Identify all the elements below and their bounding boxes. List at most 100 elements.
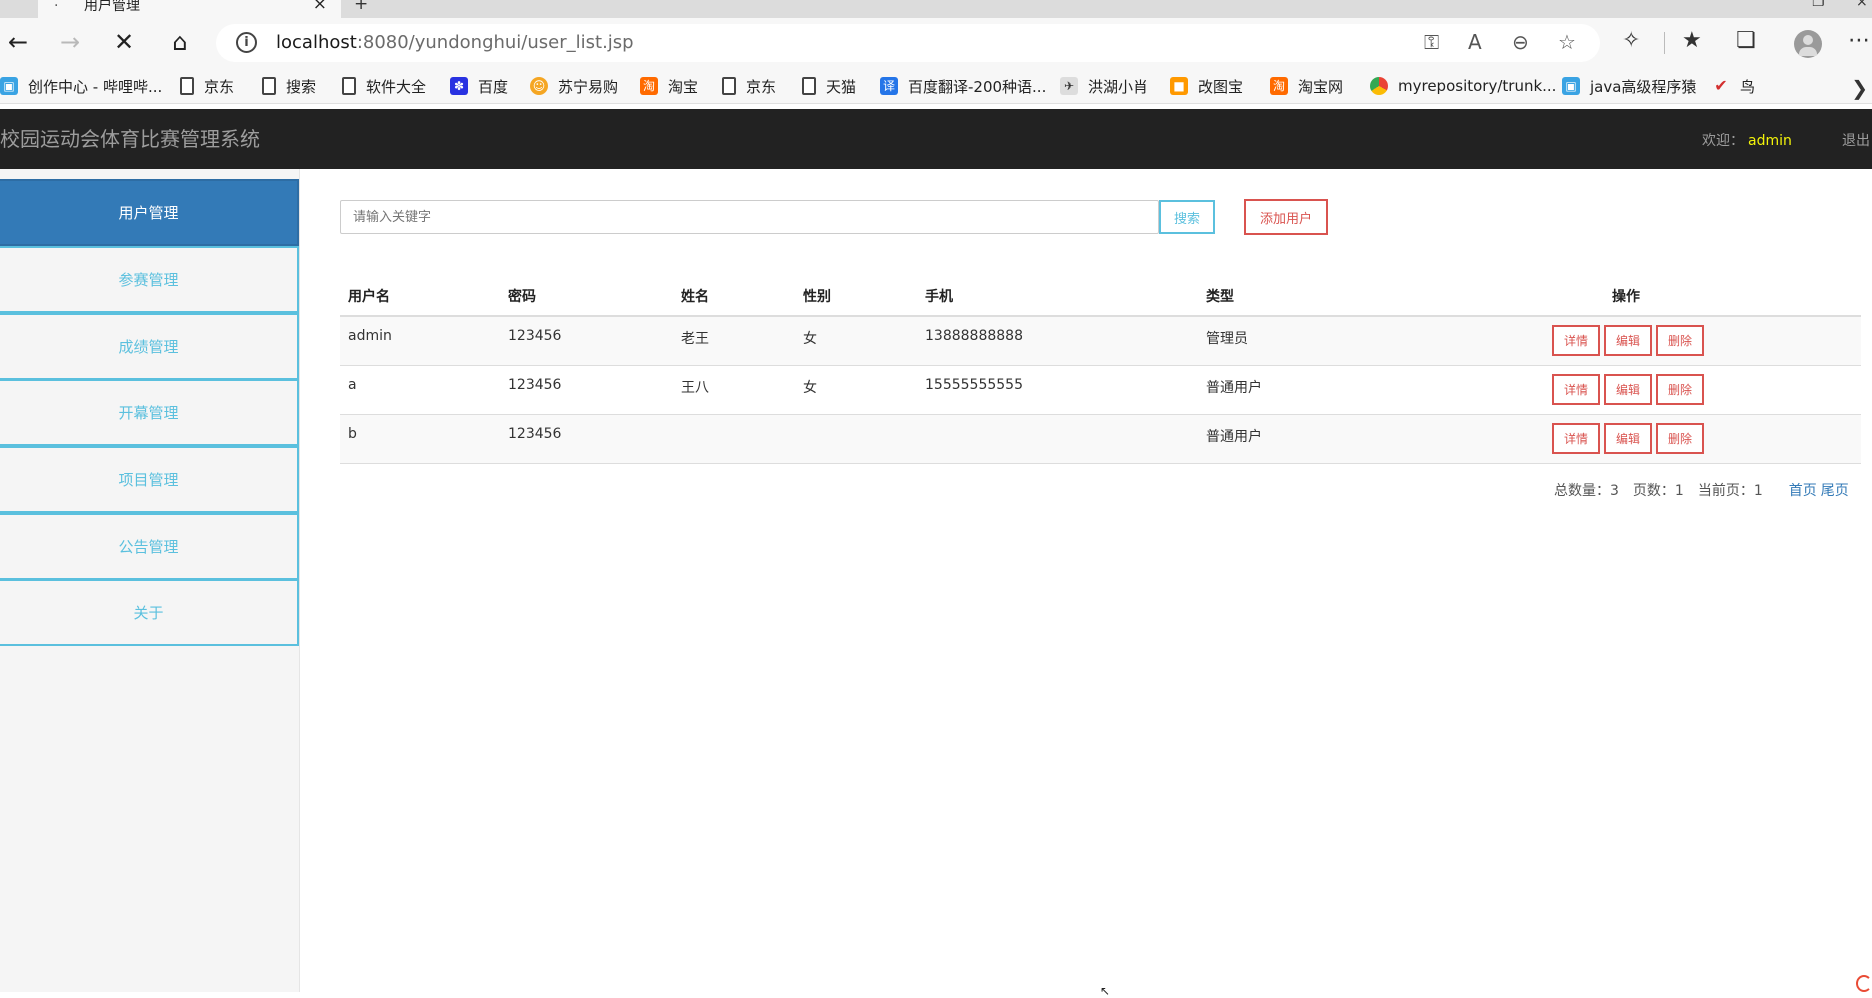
sidebar: 用户管理 参赛管理 成绩管理 开幕管理 项目管理 公告管理 关于 — [0, 169, 300, 992]
bookmark-item[interactable]: ✔ 鸟 — [1712, 74, 1755, 98]
bookmark-item[interactable]: ▣ 创作中心 - 哔哩哔... — [0, 74, 162, 98]
read-aloud-icon[interactable]: A — [1468, 30, 1482, 54]
cell-password: 123456 — [508, 426, 562, 442]
orange-square-icon: ■ — [1170, 77, 1188, 95]
browser-tabstrip: ⁚ 用户管理 × + ❐ × — [0, 0, 1872, 18]
bookmark-item[interactable]: myrepository/trunk... — [1370, 74, 1556, 98]
close-tab-icon[interactable]: × — [313, 0, 327, 14]
home-button[interactable]: ⌂ — [162, 24, 198, 60]
suning-lion-icon: ☺ — [530, 77, 548, 95]
new-tab-button[interactable]: + — [354, 0, 368, 14]
detail-button[interactable]: 详情 — [1552, 374, 1600, 405]
bookmark-item[interactable]: 淘淘宝 — [640, 74, 698, 98]
bookmark-item[interactable]: ✽ 百度 — [450, 74, 508, 98]
last-page-link[interactable]: 尾页 — [1821, 483, 1849, 499]
column-header-username: 用户名 — [348, 289, 390, 305]
row-actions: 详情 编辑 删除 — [1552, 325, 1704, 356]
page-count: 页数：1 — [1632, 483, 1684, 499]
cell-username: admin — [348, 328, 392, 344]
key-icon[interactable]: ⚿ — [1424, 30, 1439, 54]
bookmark-item[interactable]: ☺ 苏宁易购 — [530, 74, 618, 98]
sidebar-item-participation-management[interactable]: 参赛管理 — [0, 246, 299, 313]
bookmark-item[interactable]: 搜索 — [262, 74, 316, 98]
bookmark-item[interactable]: ✈ 洪湖小肖 — [1060, 74, 1148, 98]
delete-button[interactable]: 删除 — [1656, 325, 1704, 356]
bookmark-item[interactable]: 译百度翻译-200种语... — [880, 74, 1046, 98]
taobao-icon: 淘 — [1270, 77, 1288, 95]
bookmarks-overflow-icon[interactable]: ❯ — [1851, 76, 1868, 100]
page-icon — [342, 77, 356, 95]
column-header-phone: 手机 — [925, 289, 953, 305]
cell-type: 普通用户 — [1206, 380, 1262, 396]
favorites-icon[interactable]: ★ — [1682, 28, 1702, 53]
column-header-type: 类型 — [1206, 289, 1234, 305]
more-menu-icon[interactable]: ⋯ — [1848, 28, 1870, 53]
restore-window-icon[interactable]: ❐ — [1812, 0, 1825, 10]
detail-button[interactable]: 详情 — [1552, 423, 1600, 454]
app-navbar: 校园运动会体育比赛管理系统 欢迎： admin 退出 — [0, 109, 1872, 169]
zoom-out-icon[interactable]: ⊖ — [1512, 30, 1529, 54]
sidebar-item-notice-management[interactable]: 公告管理 — [0, 513, 299, 580]
sidebar-item-about[interactable]: 关于 — [0, 579, 299, 646]
add-user-button[interactable]: 添加用户 — [1244, 199, 1328, 235]
cell-phone: 13888888888 — [925, 328, 1023, 344]
total-count: 总数量：3 — [1554, 483, 1619, 499]
first-page-link[interactable]: 首页 — [1789, 483, 1817, 499]
extensions-icon[interactable]: ✧ — [1622, 28, 1640, 53]
page-icon — [802, 77, 816, 95]
search-button[interactable]: 搜索 — [1159, 200, 1215, 234]
edit-button[interactable]: 编辑 — [1604, 423, 1652, 454]
row-actions: 详情 编辑 删除 — [1552, 374, 1704, 405]
stop-loading-button[interactable]: ✕ — [106, 24, 142, 60]
page-icon — [262, 77, 276, 95]
bookmark-item[interactable]: ■ 改图宝 — [1170, 74, 1243, 98]
sidebar-item-user-management[interactable]: 用户管理 — [0, 179, 299, 246]
forward-button[interactable]: → — [52, 24, 88, 60]
browser-toolbar: ← → ✕ ⌂ i localhost:8080/yundonghui/user… — [0, 18, 1872, 68]
edit-button[interactable]: 编辑 — [1604, 374, 1652, 405]
row-actions: 详情 编辑 删除 — [1552, 423, 1704, 454]
collections-icon[interactable]: ❏ — [1736, 28, 1756, 53]
back-button[interactable]: ← — [0, 24, 36, 60]
site-info-icon[interactable]: i — [236, 32, 257, 53]
user-table: 用户名 密码 姓名 性别 手机 类型 操作 admin 123456 老王 女 … — [340, 273, 1861, 464]
current-username: admin — [1748, 133, 1792, 149]
bookmark-item[interactable]: 软件大全 — [342, 74, 426, 98]
cell-username: a — [348, 377, 357, 393]
bookmark-item[interactable]: 京东 — [180, 74, 234, 98]
browser-tab[interactable]: ⁚ 用户管理 × — [38, 0, 341, 18]
detail-button[interactable]: 详情 — [1552, 325, 1600, 356]
main-content: 搜索 添加用户 用户名 密码 姓名 性别 手机 类型 操作 admin 1234… — [300, 169, 1872, 992]
delete-button[interactable]: 删除 — [1656, 374, 1704, 405]
close-window-icon[interactable]: × — [1856, 0, 1868, 10]
profile-avatar-icon[interactable] — [1794, 30, 1822, 58]
edit-button[interactable]: 编辑 — [1604, 325, 1652, 356]
column-header-gender: 性别 — [803, 289, 831, 305]
bookmark-item[interactable]: 京东 — [722, 74, 776, 98]
bookmarks-bar: ▣ 创作中心 - 哔哩哔... 京东 搜索 软件大全 ✽ 百度 ☺ 苏宁易购 淘淘宝 … — [0, 68, 1872, 104]
delete-button[interactable]: 删除 — [1656, 423, 1704, 454]
bilibili-icon: ▣ — [0, 77, 18, 95]
sidebar-item-event-management[interactable]: 项目管理 — [0, 446, 299, 513]
bookmark-item[interactable]: ▣ java高级程序猿 — [1562, 74, 1696, 98]
bookmark-item[interactable]: 淘淘宝网 — [1270, 74, 1343, 98]
current-page: 当前页：1 — [1697, 483, 1763, 499]
bookmark-item[interactable]: 天猫 — [802, 74, 856, 98]
url-text[interactable]: localhost:8080/yundonghui/user_list.jsp — [276, 32, 634, 53]
logout-link[interactable]: 退出 — [1842, 130, 1870, 150]
address-bar[interactable]: i localhost:8080/yundonghui/user_list.js… — [216, 24, 1600, 62]
sidebar-item-score-management[interactable]: 成绩管理 — [0, 313, 299, 380]
table-row: admin 123456 老王 女 13888888888 管理员 详情 编辑 … — [340, 317, 1861, 366]
toolbar-separator — [1664, 32, 1665, 54]
cell-type: 普通用户 — [1206, 429, 1262, 445]
app-title[interactable]: 校园运动会体育比赛管理系统 — [0, 123, 260, 152]
cell-name: 老王 — [681, 331, 709, 347]
column-header-actions: 操作 — [1612, 289, 1640, 305]
cell-password: 123456 — [508, 377, 562, 393]
column-header-name: 姓名 — [681, 289, 709, 305]
bird-icon: ✈ — [1060, 77, 1078, 95]
search-input[interactable] — [340, 200, 1159, 234]
sidebar-item-opening-management[interactable]: 开幕管理 — [0, 379, 299, 446]
baidu-paw-icon: ✽ — [450, 77, 468, 95]
add-favorite-icon[interactable]: ☆ — [1558, 30, 1576, 54]
